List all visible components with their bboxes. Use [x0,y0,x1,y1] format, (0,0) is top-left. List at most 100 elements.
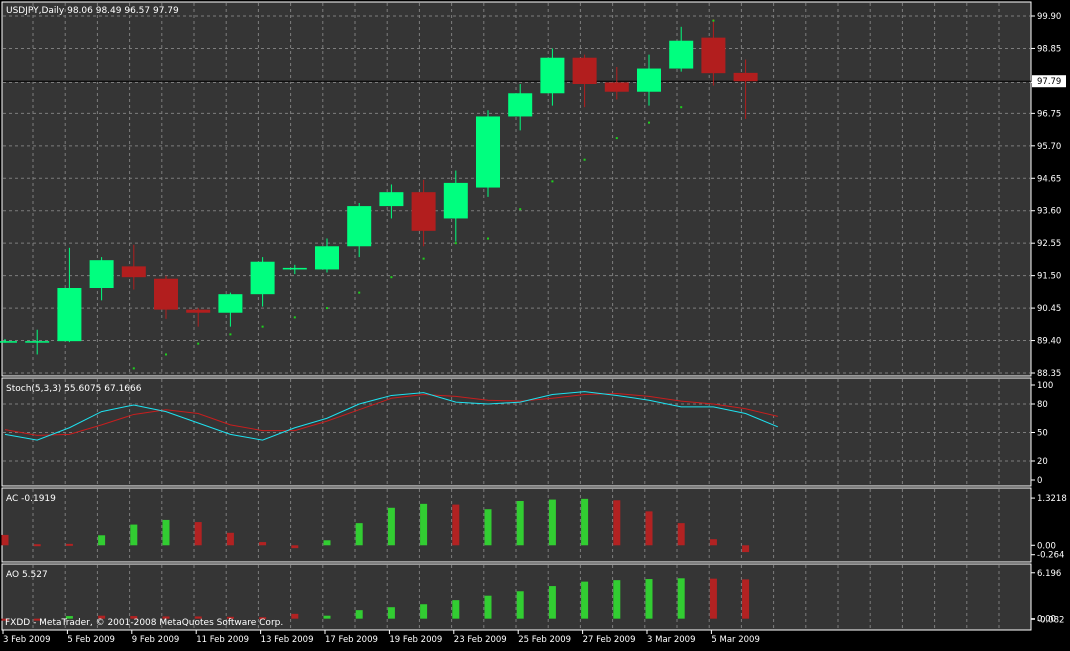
ac-bar [98,535,106,546]
sar-dot [454,242,457,245]
ac-bar [162,519,170,546]
time-label: 27 Feb 2009 [583,635,636,645]
stoch-axis-label: 0 [1037,476,1042,486]
time-label: 5 Feb 2009 [67,635,115,645]
candle-bear [604,82,629,92]
footer-copyright: FXDD - MetaTrader, © 2001-2008 MetaQuote… [5,618,283,628]
price-axis-label: 99.90 [1037,12,1061,22]
ac-bar [709,539,717,546]
candle-bear [154,278,178,310]
time-label: 3 Mar 2009 [647,635,695,645]
ao-bar [420,604,428,619]
trading-chart[interactable]: USDJPY,Daily 98.06 98.49 96.57 97.79 99.… [0,0,1070,647]
ao-bar [548,586,556,619]
ac-bar [742,545,750,553]
ac-panel-title: AC -0.1919 [6,494,56,504]
ao-axis-label: 6.196 [1037,569,1061,579]
ao-bar [709,578,717,619]
candle-bull [282,267,307,270]
candle-bull [347,206,372,247]
ac-bar [130,524,138,546]
candle-bull [379,192,404,207]
ac-bar [581,498,589,546]
ao-axis-label: -0.082 [1037,615,1064,625]
time-label: 11 Feb 2009 [196,635,249,645]
price-axis-label: 88.35 [1037,369,1061,379]
ao-bar [387,607,395,619]
price-axis-label: 93.60 [1037,207,1061,217]
sar-dot [261,325,264,328]
ao-bar [645,579,653,619]
candle-bull [218,294,243,313]
price-axis-label: 98.85 [1037,44,1061,54]
ao-bar [677,578,685,619]
sar-dot [326,307,328,310]
time-label: 3 Feb 2009 [3,635,51,645]
sar-dot [197,342,200,345]
candle-bull [25,341,50,343]
ac-bar [259,542,267,546]
ac-axis-label: 1.3218 [1037,494,1067,504]
ao-bar [355,610,363,619]
candle-bull [315,246,339,270]
candle-bull [89,260,114,288]
candle-bull [57,288,82,342]
sar-dot [165,353,167,356]
ac-axis-label: -0.264 [1037,551,1064,561]
sar-dot [487,237,489,240]
sar-dot [648,121,650,124]
ac-bar [645,511,653,546]
ac-bar [291,545,299,549]
ao-bar [581,581,589,619]
sar-dot [551,180,554,183]
price-axis-label: 92.55 [1037,239,1061,249]
ac-bar [226,532,234,546]
candle-bear [572,57,597,84]
ac-bar [387,507,395,546]
sar-dot [422,257,425,260]
price-axis-label: 91.50 [1037,272,1061,282]
candle-bull [443,182,468,219]
stoch-axis-label: 80 [1037,400,1048,410]
candle-bull [637,68,661,92]
price-panel-title: USDJPY,Daily 98.06 98.49 96.57 97.79 [6,6,179,16]
ac-bar [516,501,524,546]
candle-bull [0,341,17,343]
candle-bear [701,37,726,74]
ac-bar [1,534,9,546]
price-axis-label: 94.65 [1037,174,1061,184]
price-panel[interactable]: USDJPY,Daily 98.06 98.49 96.57 97.79 99.… [0,1,1066,379]
sar-dot [712,19,715,22]
time-label: 5 Mar 2009 [711,635,759,645]
ao-panel[interactable]: AO 5.527 FXDD - MetaTrader, © 2001-2008 … [1,563,1065,631]
candle-bear [411,192,436,231]
stoch-panel[interactable]: Stoch(5,3,3) 55.6075 67.1666 100 80 50 20 0 [1,377,1053,487]
candle-bull [250,261,275,295]
candle-bull [508,93,533,117]
ac-bar [65,543,73,546]
stoch-axis-label: 100 [1037,381,1053,391]
candle-bear [121,266,146,278]
stoch-axis-label: 20 [1037,457,1048,467]
current-price-label: 97.79 [1037,77,1061,87]
ac-panel[interactable]: AC -0.1919 1.32180.00-0.264 [1,487,1067,563]
candle-bull [476,116,500,188]
ac-bar [323,540,331,546]
price-axis-label: 90.45 [1037,304,1061,314]
sar-dot [132,367,135,370]
ac-bar [677,523,685,546]
ac-bar [33,544,41,547]
time-label: 17 Feb 2009 [325,635,378,645]
sar-dot [615,137,618,140]
time-label: 13 Feb 2009 [261,635,314,645]
ac-bar [613,500,621,546]
ao-bar [452,600,460,619]
ac-bar [452,504,460,546]
ac-bar [420,503,428,546]
time-label: 25 Feb 2009 [518,635,571,645]
candle-bull [669,40,694,69]
price-axis-label: 95.70 [1037,142,1061,152]
time-label: 19 Feb 2009 [389,635,442,645]
price-axis-label: 96.75 [1037,109,1061,119]
ac-bar [484,509,492,546]
